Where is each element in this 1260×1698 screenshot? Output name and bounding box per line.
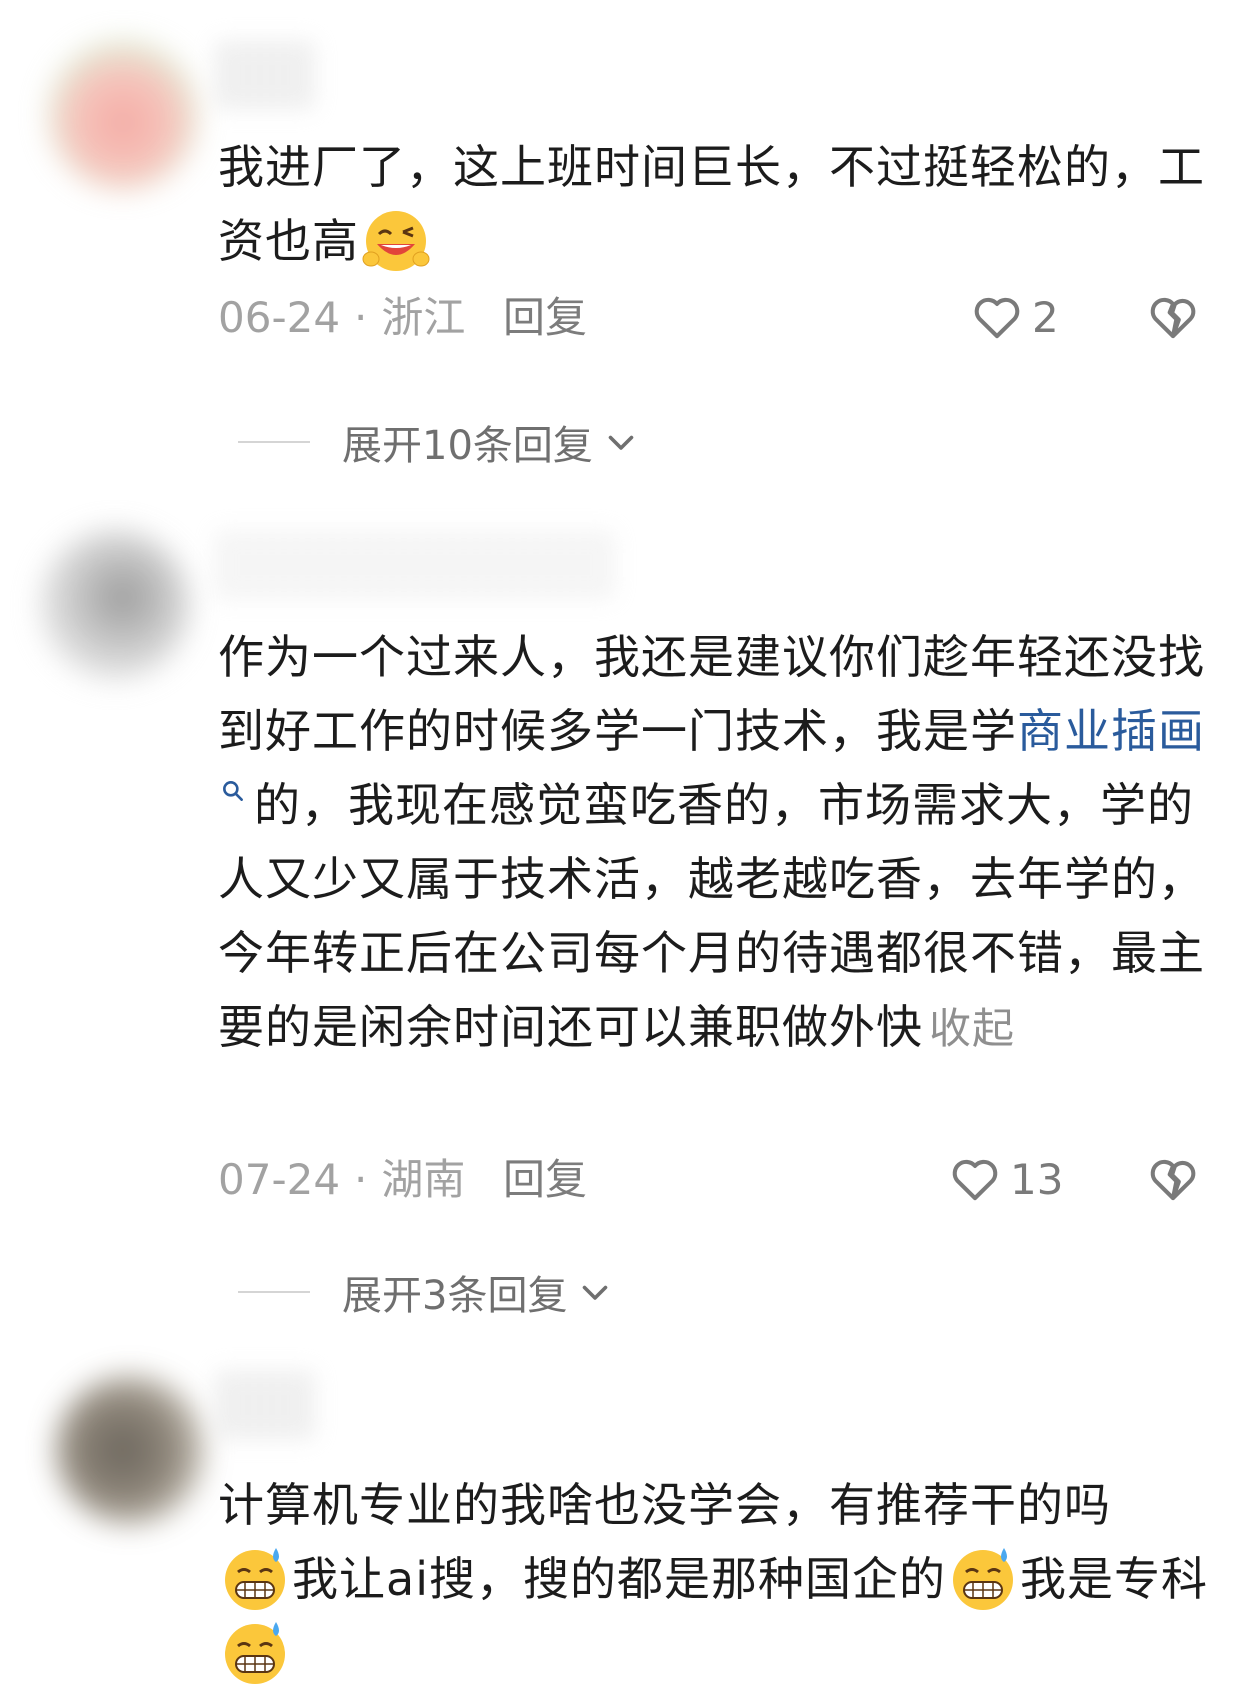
comment-text-content-3: 我是专科 <box>1019 1552 1208 1606</box>
comment-location: 湖南 <box>381 1155 466 1204</box>
broken-heart-icon <box>1150 297 1196 339</box>
reply-button[interactable]: 回复 <box>503 1150 587 1210</box>
sweat-grin-emoji-icon <box>225 1621 285 1684</box>
chevron-down-icon <box>608 435 634 450</box>
like-button[interactable]: 13 <box>948 1152 1063 1206</box>
expand-replies-label: 展开3条回复 <box>342 1273 568 1319</box>
comment-location: 浙江 <box>381 293 466 342</box>
collapse-button[interactable]: 收起 <box>929 1004 1015 1053</box>
like-button[interactable]: 2 <box>970 290 1059 344</box>
heart-icon <box>952 1159 998 1201</box>
keyword-link[interactable]: 商业插画 <box>1017 704 1205 758</box>
expand-divider <box>238 441 310 443</box>
expand-replies-label: 展开10条回复 <box>342 423 593 469</box>
expand-replies[interactable]: 展开3条回复 <box>238 1262 613 1322</box>
broken-heart-icon <box>1150 1159 1196 1201</box>
reply-button[interactable]: 回复 <box>503 288 587 348</box>
separator-dot: · <box>354 293 368 342</box>
comment-text: 我进厂了，这上班时间巨长，不过挺轻松的，工资也高 <box>218 130 1218 278</box>
avatar[interactable] <box>48 40 198 190</box>
comment-date: 06-24 <box>218 293 341 342</box>
dislike-button[interactable] <box>1146 1152 1200 1210</box>
comment-date: 07-24 <box>218 1155 341 1204</box>
sweat-grin-emoji-icon <box>225 1547 285 1610</box>
avatar[interactable] <box>55 1375 205 1525</box>
username-blurred[interactable] <box>215 40 315 110</box>
dislike-button[interactable] <box>1146 290 1200 348</box>
comment-text-content-rest: 的，我现在感觉蛮吃香的，市场需求大，学的人又少又属于技术活，越老越吃香，去年学的… <box>218 778 1205 1054</box>
search-icon[interactable] <box>220 778 246 804</box>
comment-text: 作为一个过来人，我还是建议你们趁年轻还没找到好工作的时候多学一门技术，我是学商业… <box>218 620 1218 1066</box>
username-blurred[interactable] <box>215 1370 315 1440</box>
like-count: 13 <box>1010 1154 1064 1204</box>
chevron-down-icon <box>583 1285 608 1300</box>
grinning-wink-emoji-icon <box>362 210 430 271</box>
sweat-grin-emoji-icon <box>952 1547 1013 1610</box>
expand-divider <box>238 1291 310 1293</box>
heart-icon <box>974 297 1020 339</box>
username-blurred[interactable] <box>215 530 615 600</box>
comment-meta: 06-24 · 浙江 回复 <box>218 288 1218 348</box>
comment-meta: 07-24 · 湖南 回复 <box>218 1150 1218 1210</box>
avatar[interactable] <box>40 530 190 680</box>
comment-text: 计算机专业的我啥也没学会，有推荐干的吗 我让ai搜，搜的都是那种国企的 我是专科 <box>218 1468 1218 1698</box>
like-count: 2 <box>1032 292 1059 342</box>
expand-replies[interactable]: 展开10条回复 <box>238 412 639 472</box>
separator-dot: · <box>354 1155 368 1204</box>
comment-text-content: 计算机专业的我啥也没学会，有推荐干的吗 <box>218 1478 1111 1532</box>
comment-text-content-2: 我让ai搜，搜的都是那种国企的 <box>292 1552 946 1606</box>
